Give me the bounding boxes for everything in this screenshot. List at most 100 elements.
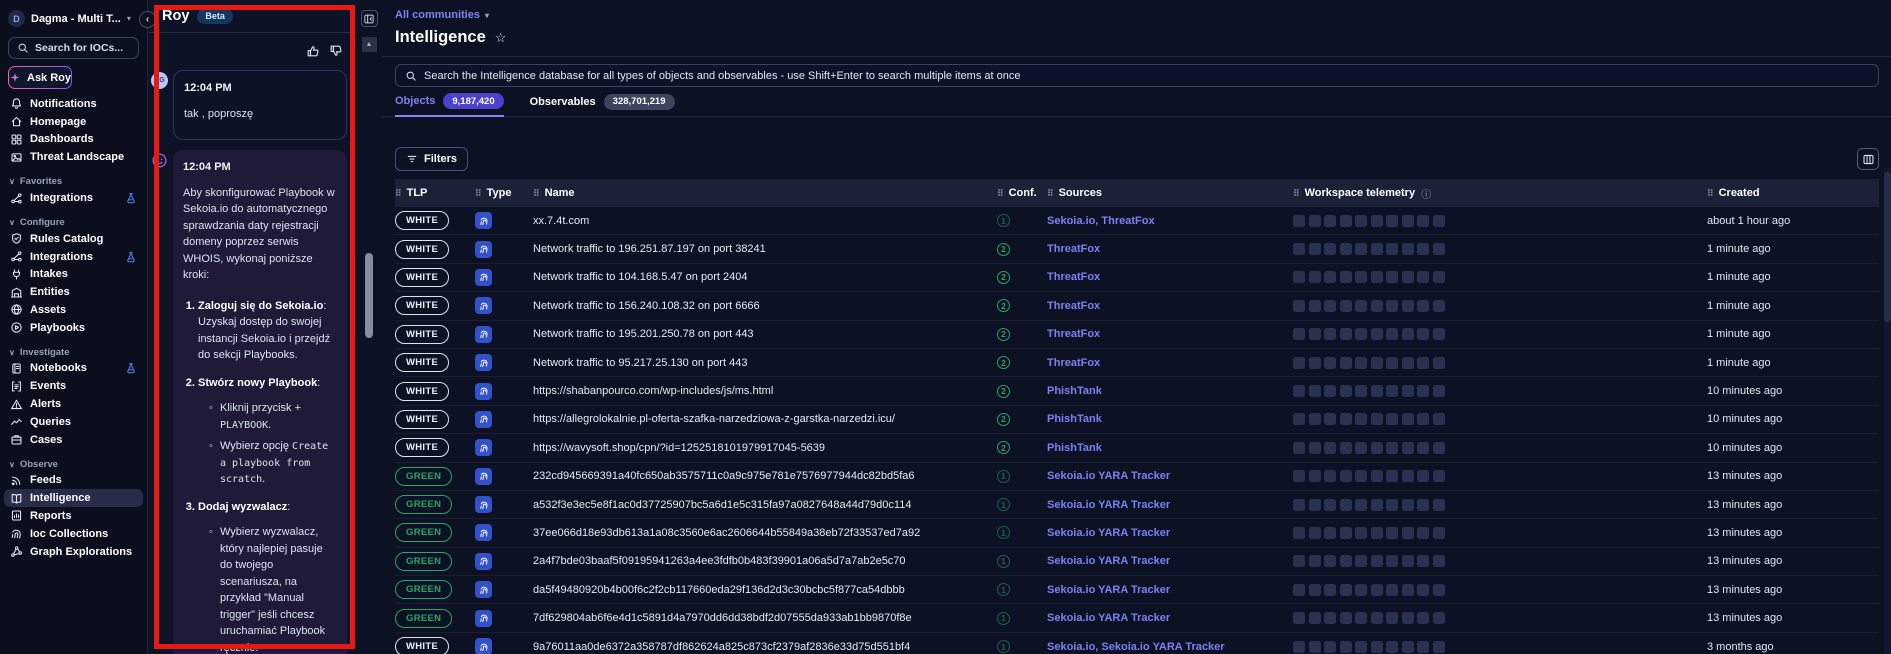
name-cell[interactable]: a532f3e3ec5e8f1ac0d37725907bc5a6d1e5c315… xyxy=(533,499,997,511)
drag-grip-icon[interactable]: ⠿ xyxy=(1293,188,1299,199)
name-cell[interactable]: 9a76011aa0de6372a358787df862624a825c873c… xyxy=(533,641,997,653)
sources-cell[interactable]: PhishTank xyxy=(1047,413,1293,425)
sidebar-section-configure[interactable]: ∨Configure xyxy=(9,217,147,228)
sidebar-item-graph-explorations[interactable]: Graph Explorations xyxy=(4,543,143,561)
table-row[interactable]: WHITENetwork traffic to 95.217.25.130 on… xyxy=(395,349,1879,377)
column-header-created[interactable]: ⠿Created xyxy=(1707,187,1879,199)
sidebar-item-rules-catalog[interactable]: Rules Catalog xyxy=(4,230,143,248)
main-scrollbar-thumb[interactable] xyxy=(1884,172,1891,322)
sources-cell[interactable]: PhishTank xyxy=(1047,442,1293,454)
sources-cell[interactable]: Sekoia.io, Sekoia.io YARA Tracker xyxy=(1047,641,1293,653)
name-cell[interactable]: Network traffic to 195.201.250.78 on por… xyxy=(533,328,997,340)
drag-grip-icon[interactable]: ⠿ xyxy=(997,188,1003,199)
name-cell[interactable]: https://allegrolokalnie.pl-oferta-szafka… xyxy=(533,413,997,425)
column-header-tlp[interactable]: ⠿TLP xyxy=(395,187,475,199)
name-cell[interactable]: Network traffic to 95.217.25.130 on port… xyxy=(533,357,997,369)
sources-cell[interactable]: Sekoia.io YARA Tracker xyxy=(1047,584,1293,596)
sidebar-section-favorites[interactable]: ∨Favorites xyxy=(9,176,147,187)
name-cell[interactable]: Network traffic to 104.168.5.47 on port … xyxy=(533,271,997,283)
workspace-selector[interactable]: D Dagma - Multi T... ▾ xyxy=(0,0,147,33)
name-cell[interactable]: 2a4f7bde03baaf5f09195941263a4ee3fdfb0b48… xyxy=(533,555,997,567)
thumbs-down-icon[interactable] xyxy=(329,44,343,58)
thumbs-up-icon[interactable] xyxy=(306,44,320,58)
table-row[interactable]: WHITExx.7.4t.com1Sekoia.io, ThreatFoxabo… xyxy=(395,207,1879,235)
sidebar-item-alerts[interactable]: Alerts xyxy=(4,395,143,413)
filters-button[interactable]: Filters xyxy=(395,147,468,171)
table-row[interactable]: WHITEhttps://allegrolokalnie.pl-oferta-s… xyxy=(395,406,1879,434)
sidebar-item-cases[interactable]: Cases xyxy=(4,431,143,449)
name-cell[interactable]: Network traffic to 196.251.87.197 on por… xyxy=(533,243,997,255)
intelligence-search-input[interactable]: Search the Intelligence database for all… xyxy=(395,64,1879,87)
sources-cell[interactable]: Sekoia.io YARA Tracker xyxy=(1047,499,1293,511)
communities-dropdown[interactable]: All communities ▾ xyxy=(395,9,1879,21)
table-row[interactable]: WHITENetwork traffic to 195.201.250.78 o… xyxy=(395,321,1879,349)
table-row[interactable]: GREEN7df629804ab6f6e4d1c5891d4a7970dd6dd… xyxy=(395,604,1879,632)
sidebar-item-assets[interactable]: Assets xyxy=(4,301,143,319)
sidebar-item-feeds[interactable]: Feeds xyxy=(4,472,143,490)
name-cell[interactable]: 37ee066d18e93db613a1a08c3560e6ac2606644b… xyxy=(533,527,997,539)
table-row[interactable]: GREEN37ee066d18e93db613a1a08c3560e6ac260… xyxy=(395,519,1879,547)
table-row[interactable]: WHITEhttps://wavysoft.shop/cpn/?id=12525… xyxy=(395,434,1879,462)
sidebar-item-intelligence[interactable]: Intelligence xyxy=(4,489,143,507)
name-cell[interactable]: da5f49480920b4b00f6c2f2cb117660eda29f136… xyxy=(533,584,997,596)
name-cell[interactable]: xx.7.4t.com xyxy=(533,215,997,227)
tab-objects[interactable]: Objects 9,187,420 xyxy=(395,93,504,117)
drag-grip-icon[interactable]: ⠿ xyxy=(533,188,539,199)
chat-scrollbar-thumb[interactable] xyxy=(365,253,373,338)
sidebar-section-investigate[interactable]: ∨Investigate xyxy=(9,347,147,358)
sidebar-item-playbooks[interactable]: Playbooks xyxy=(4,319,143,337)
sources-cell[interactable]: Sekoia.io, ThreatFox xyxy=(1047,215,1293,227)
tab-observables[interactable]: Observables 328,701,219 xyxy=(530,93,675,116)
sidebar-item-integrations[interactable]: Integrations xyxy=(4,248,143,266)
sources-cell[interactable]: Sekoia.io YARA Tracker xyxy=(1047,527,1293,539)
name-cell[interactable]: https://shabanpourco.com/wp-includes/js/… xyxy=(533,385,997,397)
table-row[interactable]: GREENda5f49480920b4b00f6c2f2cb117660eda2… xyxy=(395,576,1879,604)
sources-cell[interactable]: Sekoia.io YARA Tracker xyxy=(1047,555,1293,567)
drag-grip-icon[interactable]: ⠿ xyxy=(1047,188,1053,199)
drag-grip-icon[interactable]: ⠿ xyxy=(475,188,481,199)
sidebar-item-threat-landscape[interactable]: Threat Landscape xyxy=(4,148,143,166)
table-row[interactable]: WHITENetwork traffic to 196.251.87.197 o… xyxy=(395,235,1879,263)
ask-roy-button[interactable]: Ask Roy xyxy=(8,66,72,89)
sidebar-item-intakes[interactable]: Intakes xyxy=(4,265,143,283)
column-header-name[interactable]: ⠿Name xyxy=(533,187,997,199)
table-row[interactable]: GREEN2a4f7bde03baaf5f09195941263a4ee3fdf… xyxy=(395,548,1879,576)
column-header-workspace-telemetry[interactable]: ⠿Workspace telemetryⓘ xyxy=(1293,186,1707,201)
sidebar-collapse-button[interactable]: ‹ xyxy=(139,11,156,28)
panel-collapse-icon[interactable] xyxy=(361,10,378,27)
sources-cell[interactable]: ThreatFox xyxy=(1047,243,1293,255)
sidebar-item-queries[interactable]: Queries xyxy=(4,413,143,431)
name-cell[interactable]: https://wavysoft.shop/cpn/?id=1252518101… xyxy=(533,442,997,454)
sidebar-section-observe[interactable]: ∨Observe xyxy=(9,459,147,470)
table-row[interactable]: GREENa532f3e3ec5e8f1ac0d37725907bc5a6d1e… xyxy=(395,491,1879,519)
sources-cell[interactable]: Sekoia.io YARA Tracker xyxy=(1047,470,1293,482)
name-cell[interactable]: 232cd945669391a40fc650ab3575711c0a9c975e… xyxy=(533,470,997,482)
sources-cell[interactable]: ThreatFox xyxy=(1047,328,1293,340)
sidebar-item-reports[interactable]: Reports xyxy=(4,507,143,525)
sidebar-item-dashboards[interactable]: Dashboards xyxy=(4,131,143,149)
sidebar-item-integrations[interactable]: Integrations xyxy=(4,189,143,207)
table-row[interactable]: WHITENetwork traffic to 156.240.108.32 o… xyxy=(395,292,1879,320)
search-iocs-input[interactable]: Search for IOCs... xyxy=(8,37,139,59)
drag-grip-icon[interactable]: ⠿ xyxy=(395,188,401,199)
drag-grip-icon[interactable]: ⠿ xyxy=(1707,188,1713,199)
table-row[interactable]: WHITE9a76011aa0de6372a358787df862624a825… xyxy=(395,633,1879,654)
table-row[interactable]: GREEN232cd945669391a40fc650ab3575711c0a9… xyxy=(395,463,1879,491)
column-header-type[interactable]: ⠿Type xyxy=(475,187,533,199)
sidebar-item-notebooks[interactable]: Notebooks xyxy=(4,360,143,378)
table-row[interactable]: WHITENetwork traffic to 104.168.5.47 on … xyxy=(395,264,1879,292)
name-cell[interactable]: Network traffic to 156.240.108.32 on por… xyxy=(533,300,997,312)
column-header-conf[interactable]: ⠿Conf. xyxy=(997,187,1047,199)
sidebar-item-entities[interactable]: Entities xyxy=(4,283,143,301)
sources-cell[interactable]: PhishTank xyxy=(1047,385,1293,397)
columns-settings-icon[interactable] xyxy=(1857,148,1879,170)
sources-cell[interactable]: Sekoia.io YARA Tracker xyxy=(1047,612,1293,624)
scroll-up-arrow[interactable]: ▲ xyxy=(362,37,377,52)
sources-cell[interactable]: ThreatFox xyxy=(1047,271,1293,283)
sources-cell[interactable]: ThreatFox xyxy=(1047,300,1293,312)
sidebar-item-homepage[interactable]: Homepage xyxy=(4,113,143,131)
table-row[interactable]: WHITEhttps://shabanpourco.com/wp-include… xyxy=(395,377,1879,405)
sidebar-item-notifications[interactable]: Notifications xyxy=(4,95,143,113)
name-cell[interactable]: 7df629804ab6f6e4d1c5891d4a7970dd6dd38bdf… xyxy=(533,612,997,624)
info-icon[interactable]: ⓘ xyxy=(1421,186,1431,201)
